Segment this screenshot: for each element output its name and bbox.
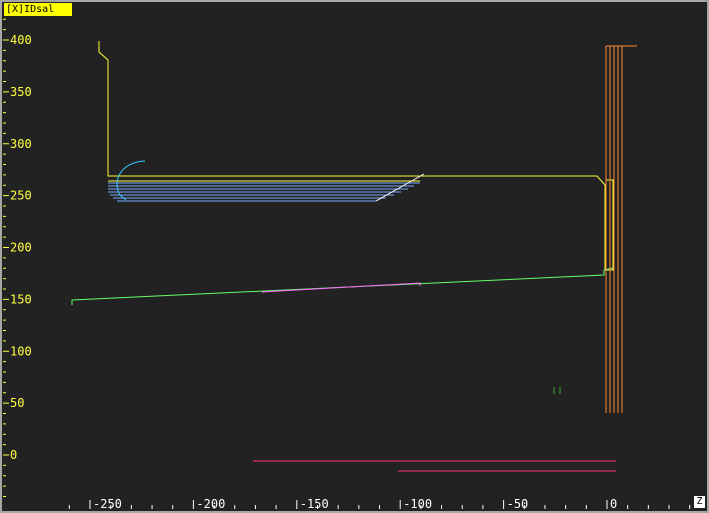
taper-highlight xyxy=(261,282,421,293)
cam-viewport[interactable]: 400 350 300 250 200 150 100 50 0 -250 -200 -150 -10… xyxy=(0,0,709,513)
y-axis-label: 250 xyxy=(10,189,32,203)
small-marks xyxy=(553,387,561,394)
y-axis-label: 150 xyxy=(10,292,32,306)
taper-line xyxy=(71,267,614,305)
bottom-lines xyxy=(253,460,616,472)
x-axis-label: -200 xyxy=(196,497,225,511)
z-axis-letter: Z xyxy=(694,496,705,508)
y-axis-label: 300 xyxy=(10,137,32,151)
roughing-pass-ends xyxy=(375,173,425,202)
x-axis-label: -250 xyxy=(93,497,122,511)
y-axis-labels: 400 350 300 250 200 150 100 50 0 xyxy=(10,33,32,462)
tool-lines xyxy=(605,45,637,413)
y-axis-ticks xyxy=(3,18,9,497)
x-axis-label: -150 xyxy=(300,497,329,511)
roughing-passes xyxy=(108,182,420,202)
y-axis-label: 350 xyxy=(10,85,32,99)
x-axis-label: -50 xyxy=(507,497,529,511)
workpiece-profile xyxy=(98,41,614,271)
x-axis-ticks xyxy=(68,500,691,509)
window-title-badge: [X]IDsal xyxy=(4,3,72,16)
y-axis-label: 400 xyxy=(10,33,32,47)
y-axis-label: 200 xyxy=(10,241,32,255)
x-axis-label: 0 xyxy=(610,497,617,511)
y-axis-label: 0 xyxy=(10,448,17,462)
toolpath-canvas: 400 350 300 250 200 150 100 50 0 -250 -200 -150 -10… xyxy=(3,18,691,511)
x-axis-labels: -250 -200 -150 -100 -50 0 xyxy=(93,497,617,511)
y-axis-label: 50 xyxy=(10,396,24,410)
y-axis-label: 100 xyxy=(10,344,32,358)
x-axis-label: -100 xyxy=(403,497,432,511)
